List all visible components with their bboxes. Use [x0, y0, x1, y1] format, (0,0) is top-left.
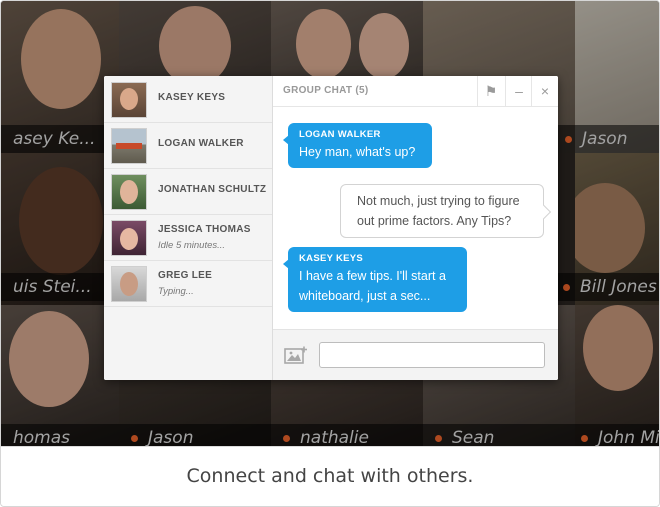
participant-list: KASEY KEYS LOGAN WALKER JONATHAN SCHULTZ…: [104, 76, 273, 380]
avatar: [111, 82, 147, 118]
caption: Connect and chat with others.: [1, 446, 659, 506]
roster-name: JONATHAN SCHULTZ: [158, 184, 267, 195]
message-composer: [273, 329, 558, 380]
flag-icon[interactable]: ⚑: [477, 76, 504, 106]
roster-name: JESSICA THOMAS: [158, 224, 251, 235]
image-add-icon[interactable]: [284, 346, 308, 364]
roster-status: Typing...: [158, 286, 194, 297]
message-bubble-incoming: LOGAN WALKER Hey man, what's up?: [283, 123, 432, 168]
avatar: [111, 266, 147, 302]
roster-name: KASEY KEYS: [158, 92, 226, 103]
roster-name: GREG LEE: [158, 270, 213, 281]
roster-item-greg-lee[interactable]: GREG LEE Typing...: [104, 260, 272, 307]
roster-item-jessica-thomas[interactable]: JESSICA THOMAS Idle 5 minutes...: [104, 214, 272, 261]
message-text: I have a few tips. I'll start a whiteboa…: [299, 269, 446, 303]
roster-status: Idle 5 minutes...: [158, 240, 226, 251]
chat-title: GROUP CHAT (5): [283, 85, 369, 96]
message-sender: LOGAN WALKER: [299, 129, 381, 140]
avatar: [111, 174, 147, 210]
message-bubble-outgoing: Not much, just trying to figure out prim…: [340, 184, 544, 238]
message-bubble-incoming: KASEY KEYS I have a few tips. I'll start…: [283, 247, 467, 312]
roster-name: LOGAN WALKER: [158, 138, 244, 149]
message-input[interactable]: [319, 342, 545, 368]
avatar: [111, 220, 147, 256]
minimize-icon[interactable]: –: [505, 76, 532, 106]
roster-item-kasey-keys[interactable]: KASEY KEYS: [104, 76, 272, 123]
message-sender: KASEY KEYS: [299, 253, 364, 264]
message-list: LOGAN WALKER Hey man, what's up? Not muc…: [273, 107, 558, 329]
avatar: [111, 128, 147, 164]
close-icon[interactable]: ×: [531, 76, 558, 106]
screenshot-frame: asey Ke... Jason uis Stei... Bill Jones …: [0, 0, 660, 507]
group-chat-window: KASEY KEYS LOGAN WALKER JONATHAN SCHULTZ…: [104, 76, 558, 380]
message-text: Hey man, what's up?: [299, 145, 416, 159]
roster-item-logan-walker[interactable]: LOGAN WALKER: [104, 122, 272, 169]
chat-header: GROUP CHAT (5) ⚑ – ×: [273, 76, 558, 107]
message-text: Not much, just trying to figure out prim…: [357, 194, 520, 228]
roster-item-jonathan-schultz[interactable]: JONATHAN SCHULTZ: [104, 168, 272, 215]
